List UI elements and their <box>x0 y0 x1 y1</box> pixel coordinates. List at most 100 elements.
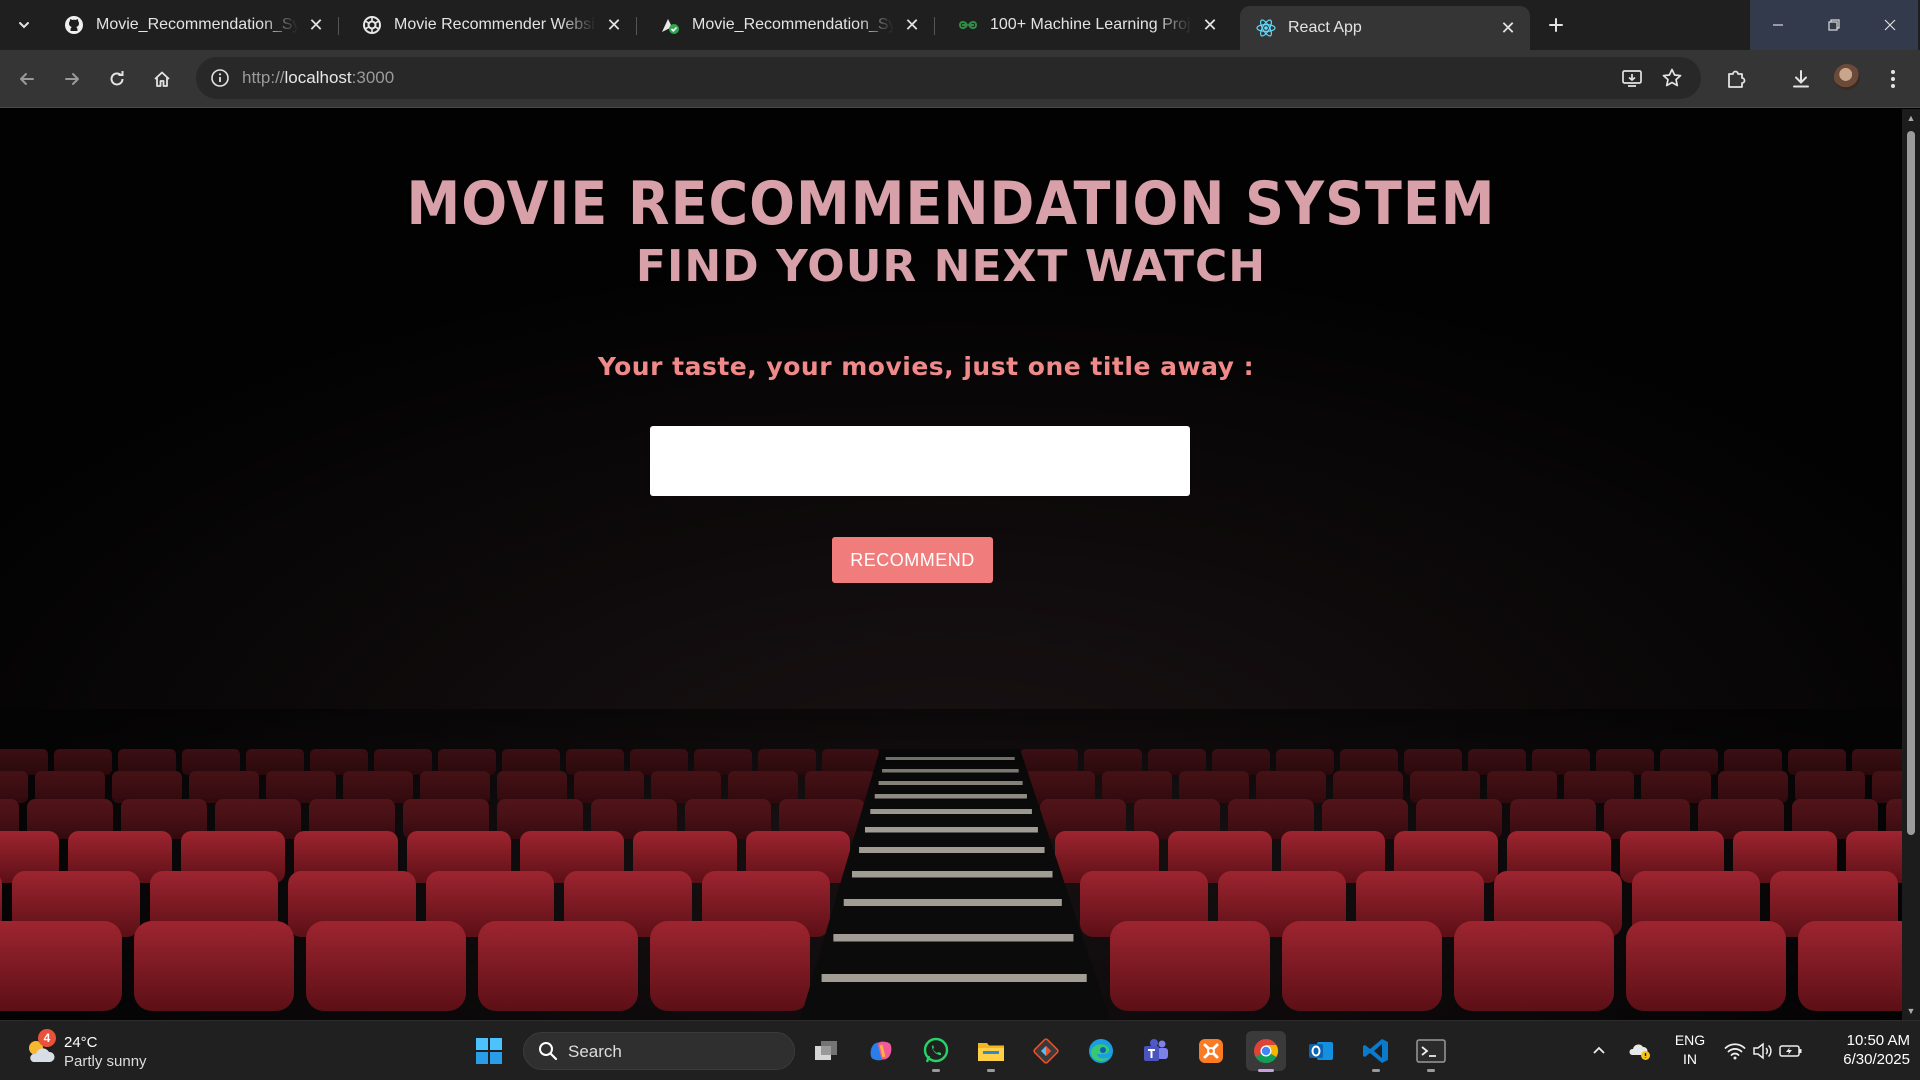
weather-description: Partly sunny <box>64 1053 147 1070</box>
url-text[interactable]: http://localhost:3000 <box>242 68 394 88</box>
tab-title: Movie_Recommendation_System <box>692 16 894 33</box>
seat <box>1626 921 1786 1011</box>
chevron-down-icon <box>19 22 29 29</box>
seat <box>1282 921 1442 1011</box>
streamlit-icon <box>660 15 680 35</box>
git-app[interactable] <box>1026 1031 1066 1071</box>
running-indicator <box>1258 1069 1274 1072</box>
search-label: Search <box>568 1042 622 1061</box>
plus-icon <box>1549 18 1563 32</box>
close-window-button[interactable] <box>1862 0 1918 50</box>
close-icon[interactable]: ✕ <box>1496 16 1520 40</box>
extensions-button[interactable] <box>1720 63 1752 95</box>
recommend-button[interactable]: RECOMMEND <box>832 537 993 583</box>
tab-geeksforgeeks[interactable]: 100+ Machine Learning Projects ✕ <box>942 7 1232 43</box>
teams-icon <box>1144 1039 1168 1061</box>
edge-app[interactable] <box>1081 1031 1121 1071</box>
close-icon[interactable]: ✕ <box>1198 13 1222 37</box>
system-clock[interactable]: 10:50 AM 6/30/2025 <box>1810 1031 1910 1069</box>
home-button[interactable] <box>146 63 178 95</box>
task-view-button[interactable] <box>806 1031 846 1071</box>
stair-step <box>821 974 1087 982</box>
seat <box>478 921 638 1011</box>
start-button[interactable] <box>469 1031 509 1071</box>
chrome-icon <box>1254 1039 1279 1064</box>
react-icon <box>1256 18 1276 38</box>
scroll-up-arrow[interactable]: ▲ <box>1906 113 1916 123</box>
clock-date: 6/30/2025 <box>1843 1051 1910 1068</box>
new-tab-button[interactable] <box>1540 9 1572 41</box>
movie-title-input[interactable] <box>650 426 1190 496</box>
scroll-down-arrow[interactable]: ▼ <box>1906 1006 1916 1016</box>
notification-badge: 4 <box>38 1029 56 1047</box>
chrome-app[interactable] <box>1246 1031 1286 1072</box>
reload-button[interactable] <box>101 63 133 95</box>
tab-chatgpt[interactable]: Movie Recommender Website Design ✕ <box>346 7 637 43</box>
home-icon <box>154 71 170 87</box>
install-app-button[interactable] <box>1619 65 1645 91</box>
tab-strip: Movie_Recommendation_System ✕ Movie Reco… <box>0 0 1920 50</box>
scroll-thumb[interactable] <box>1907 131 1915 835</box>
close-icon[interactable]: ✕ <box>602 13 626 37</box>
star-icon <box>1662 68 1682 87</box>
onedrive-status[interactable] <box>1628 1039 1652 1063</box>
vscode-app[interactable] <box>1356 1031 1396 1072</box>
stair-step <box>851 871 1053 878</box>
tab-react-app[interactable]: React App ✕ <box>1240 6 1530 50</box>
weather-widget[interactable]: 4 24°C Partly sunny <box>24 1029 174 1073</box>
git-icon <box>1033 1038 1059 1064</box>
info-icon[interactable] <box>208 66 232 90</box>
reload-icon <box>110 71 124 86</box>
tab-title: Movie_Recommendation_System <box>96 16 298 33</box>
copilot-app[interactable] <box>861 1031 901 1071</box>
whatsapp-icon <box>923 1037 949 1063</box>
copilot-icon <box>870 1041 892 1061</box>
battery-status[interactable] <box>1779 1039 1803 1063</box>
download-icon <box>1793 70 1809 88</box>
close-icon[interactable]: ✕ <box>304 13 328 37</box>
page-viewport: MOVIE RECOMMENDATION SYSTEM FIND YOUR NE… <box>0 109 1902 1020</box>
back-button[interactable] <box>11 63 43 95</box>
arrow-left-icon <box>20 73 34 85</box>
profile-avatar[interactable] <box>1834 64 1860 90</box>
tab-title: Movie Recommender Website Design <box>394 16 596 33</box>
bookmark-button[interactable] <box>1659 65 1685 91</box>
tab-streamlit[interactable]: Movie_Recommendation_System ✕ <box>644 7 935 43</box>
file-explorer-app[interactable] <box>971 1031 1011 1072</box>
windows-icon <box>476 1038 502 1064</box>
url-scheme: http:// <box>242 68 285 87</box>
taskbar-search[interactable]: Search <box>523 1032 795 1070</box>
page-scrollbar[interactable]: ▲ ▼ <box>1902 109 1920 1020</box>
browser-toolbar: http://localhost:3000 <box>0 50 1920 108</box>
forward-button[interactable] <box>56 63 88 95</box>
input-language[interactable]: ENG IN <box>1672 1031 1708 1069</box>
xampp-app[interactable] <box>1191 1031 1231 1071</box>
running-indicator <box>987 1069 995 1072</box>
running-indicator <box>932 1069 940 1072</box>
close-icon[interactable]: ✕ <box>900 13 924 37</box>
seat <box>650 921 810 1011</box>
folder-icon <box>978 1043 1004 1061</box>
outlook-app[interactable] <box>1301 1031 1341 1071</box>
stair-step <box>843 899 1062 906</box>
address-bar[interactable]: http://localhost:3000 <box>196 57 1701 99</box>
show-hidden-icons[interactable] <box>1587 1039 1611 1063</box>
menu-button[interactable] <box>1877 63 1909 95</box>
network-status[interactable] <box>1723 1039 1747 1063</box>
terminal-app[interactable] <box>1411 1031 1451 1072</box>
volume-status[interactable] <box>1751 1039 1775 1063</box>
minimize-button[interactable] <box>1750 0 1806 50</box>
tab-search-button[interactable] <box>8 9 40 41</box>
tab-separator <box>934 17 935 35</box>
language-code: ENG <box>1674 1032 1706 1048</box>
tab-github[interactable]: Movie_Recommendation_System ✕ <box>48 7 339 43</box>
downloads-button[interactable] <box>1785 63 1817 95</box>
battery-charging-icon <box>1779 1045 1802 1057</box>
seat <box>306 921 466 1011</box>
openai-icon <box>362 15 382 35</box>
tab-separator <box>636 17 637 35</box>
restore-button[interactable] <box>1806 0 1862 50</box>
whatsapp-app[interactable] <box>916 1031 956 1072</box>
more-vert-icon <box>1891 70 1895 88</box>
teams-app[interactable] <box>1136 1031 1176 1071</box>
